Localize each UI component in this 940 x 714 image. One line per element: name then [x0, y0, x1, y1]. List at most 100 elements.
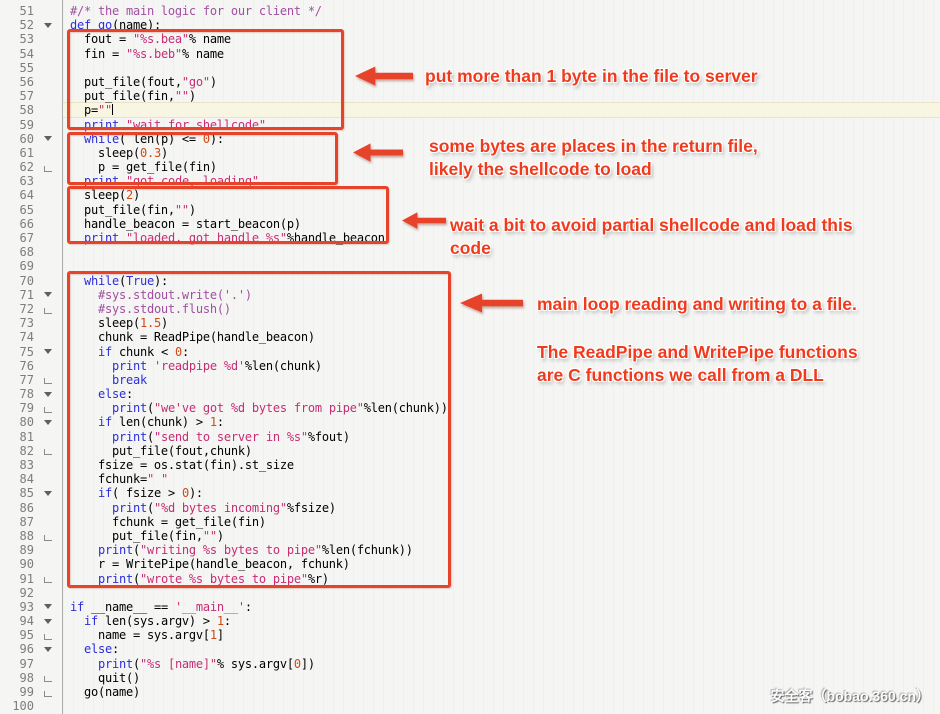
line-number: 81 — [0, 430, 34, 444]
token-t — [70, 642, 84, 656]
token-t: ( — [133, 657, 140, 671]
line-number: 91 — [0, 572, 34, 586]
annotation-box — [67, 29, 344, 130]
fold-end-icon — [40, 628, 56, 642]
line-number: 89 — [0, 543, 34, 557]
line-number: 76 — [0, 359, 34, 373]
code-text: print("%s [name]"% sys.argv[0]) — [70, 657, 315, 671]
fold-arrow-icon[interactable] — [40, 288, 56, 302]
line-number: 58 — [0, 103, 34, 117]
fold-arrow-icon[interactable] — [40, 132, 56, 146]
fold-arrow-icon[interactable] — [40, 345, 56, 359]
fold-arrow-icon[interactable] — [40, 642, 56, 656]
left-arrow-icon — [460, 292, 523, 314]
token-k: if — [84, 614, 98, 628]
token-s: '__main__' — [175, 600, 245, 614]
code-line[interactable]: 95 name = sys.argv[1] — [0, 628, 940, 642]
fold-end-icon — [40, 671, 56, 685]
token-n: 1 — [217, 614, 224, 628]
line-number: 65 — [0, 203, 34, 217]
fold-end-icon — [40, 302, 56, 316]
code-line[interactable]: 93if __name__ == '__main__': — [0, 600, 940, 614]
line-number: 51 — [0, 4, 34, 18]
fold-arrow-icon[interactable] — [40, 486, 56, 500]
code-line[interactable]: 97 print("%s [name]"% sys.argv[0]) — [0, 657, 940, 671]
line-number: 53 — [0, 32, 34, 46]
left-arrow-icon — [353, 142, 403, 163]
line-number: 90 — [0, 557, 34, 571]
token-t: : — [245, 600, 252, 614]
line-number: 71 — [0, 288, 34, 302]
annotation-label-line: wait a bit to avoid partial shellcode an… — [450, 214, 853, 237]
line-number: 60 — [0, 132, 34, 146]
line-number: 86 — [0, 501, 34, 515]
line-number: 98 — [0, 671, 34, 685]
line-number: 56 — [0, 75, 34, 89]
line-number: 55 — [0, 61, 34, 75]
token-c: #/* the main logic for our client */ — [70, 4, 322, 18]
fold-end-icon — [40, 685, 56, 699]
line-number: 63 — [0, 174, 34, 188]
fold-arrow-icon[interactable] — [40, 614, 56, 628]
line-number: 54 — [0, 47, 34, 61]
left-arrow-icon — [402, 211, 446, 230]
annotation-label-line: put more than 1 byte in the file to serv… — [425, 65, 758, 88]
token-t: go(name) — [70, 685, 140, 699]
code-line[interactable]: 94 if len(sys.argv) > 1: — [0, 614, 940, 628]
line-number: 72 — [0, 302, 34, 316]
fold-arrow-icon[interactable] — [40, 18, 56, 32]
token-k: print — [98, 657, 133, 671]
line-number: 99 — [0, 685, 34, 699]
annotation-label-line: main loop reading and writing to a file. — [537, 293, 857, 316]
annotation-label: The ReadPipe and WritePipe functionsare … — [537, 341, 858, 387]
line-number: 52 — [0, 18, 34, 32]
annotation-box — [67, 132, 338, 185]
annotation-label: main loop reading and writing to a file. — [537, 293, 857, 316]
code-text: if len(sys.argv) > 1: — [70, 614, 231, 628]
code-text: #/* the main logic for our client */ — [70, 4, 322, 18]
token-s: "%s [name]" — [140, 657, 217, 671]
line-number: 68 — [0, 245, 34, 259]
code-text: if __name__ == '__main__': — [70, 600, 252, 614]
code-line[interactable]: 51 #/* the main logic for our client */ — [0, 4, 940, 18]
token-t: : — [224, 614, 231, 628]
line-number: 75 — [0, 345, 34, 359]
code-text: quit() — [70, 671, 140, 685]
fold-arrow-icon[interactable] — [40, 387, 56, 401]
line-number: 62 — [0, 160, 34, 174]
line-number: 66 — [0, 217, 34, 231]
line-number: 80 — [0, 415, 34, 429]
fold-arrow-icon[interactable] — [40, 600, 56, 614]
code-line[interactable]: 98 quit() — [0, 671, 940, 685]
fold-arrow-icon[interactable] — [40, 415, 56, 429]
token-n: 1 — [210, 628, 217, 642]
left-arrow-icon — [355, 65, 413, 87]
line-number: 64 — [0, 188, 34, 202]
code-line[interactable]: 96 else: — [0, 642, 940, 656]
line-number: 88 — [0, 529, 34, 543]
line-number: 79 — [0, 401, 34, 415]
token-t: % sys.argv[ — [217, 657, 294, 671]
line-number: 69 — [0, 259, 34, 273]
annotation-label-line: The ReadPipe and WritePipe functions — [537, 341, 858, 364]
fold-end-icon — [40, 160, 56, 174]
fold-end-icon — [40, 444, 56, 458]
code-editor[interactable]: 51 #/* the main logic for our client */ 52… — [0, 0, 940, 714]
token-t: name = sys.argv[ — [70, 628, 210, 642]
watermark: 安全客（bobao.360.cn） — [771, 686, 930, 706]
token-t: quit() — [70, 671, 140, 685]
code-text: name = sys.argv[1] — [70, 628, 224, 642]
annotation-label: put more than 1 byte in the file to serv… — [425, 65, 758, 88]
line-number: 94 — [0, 614, 34, 628]
code-text: go(name) — [70, 685, 140, 699]
annotation-label-line: are C functions we call from a DLL — [537, 364, 858, 387]
line-number: 70 — [0, 274, 34, 288]
token-k: if — [70, 600, 84, 614]
line-number: 78 — [0, 387, 34, 401]
line-number: 97 — [0, 657, 34, 671]
line-number: 67 — [0, 231, 34, 245]
line-number: 83 — [0, 458, 34, 472]
annotation-label-line: some bytes are places in the return file… — [429, 135, 758, 158]
token-k: else — [84, 642, 112, 656]
line-number: 82 — [0, 444, 34, 458]
